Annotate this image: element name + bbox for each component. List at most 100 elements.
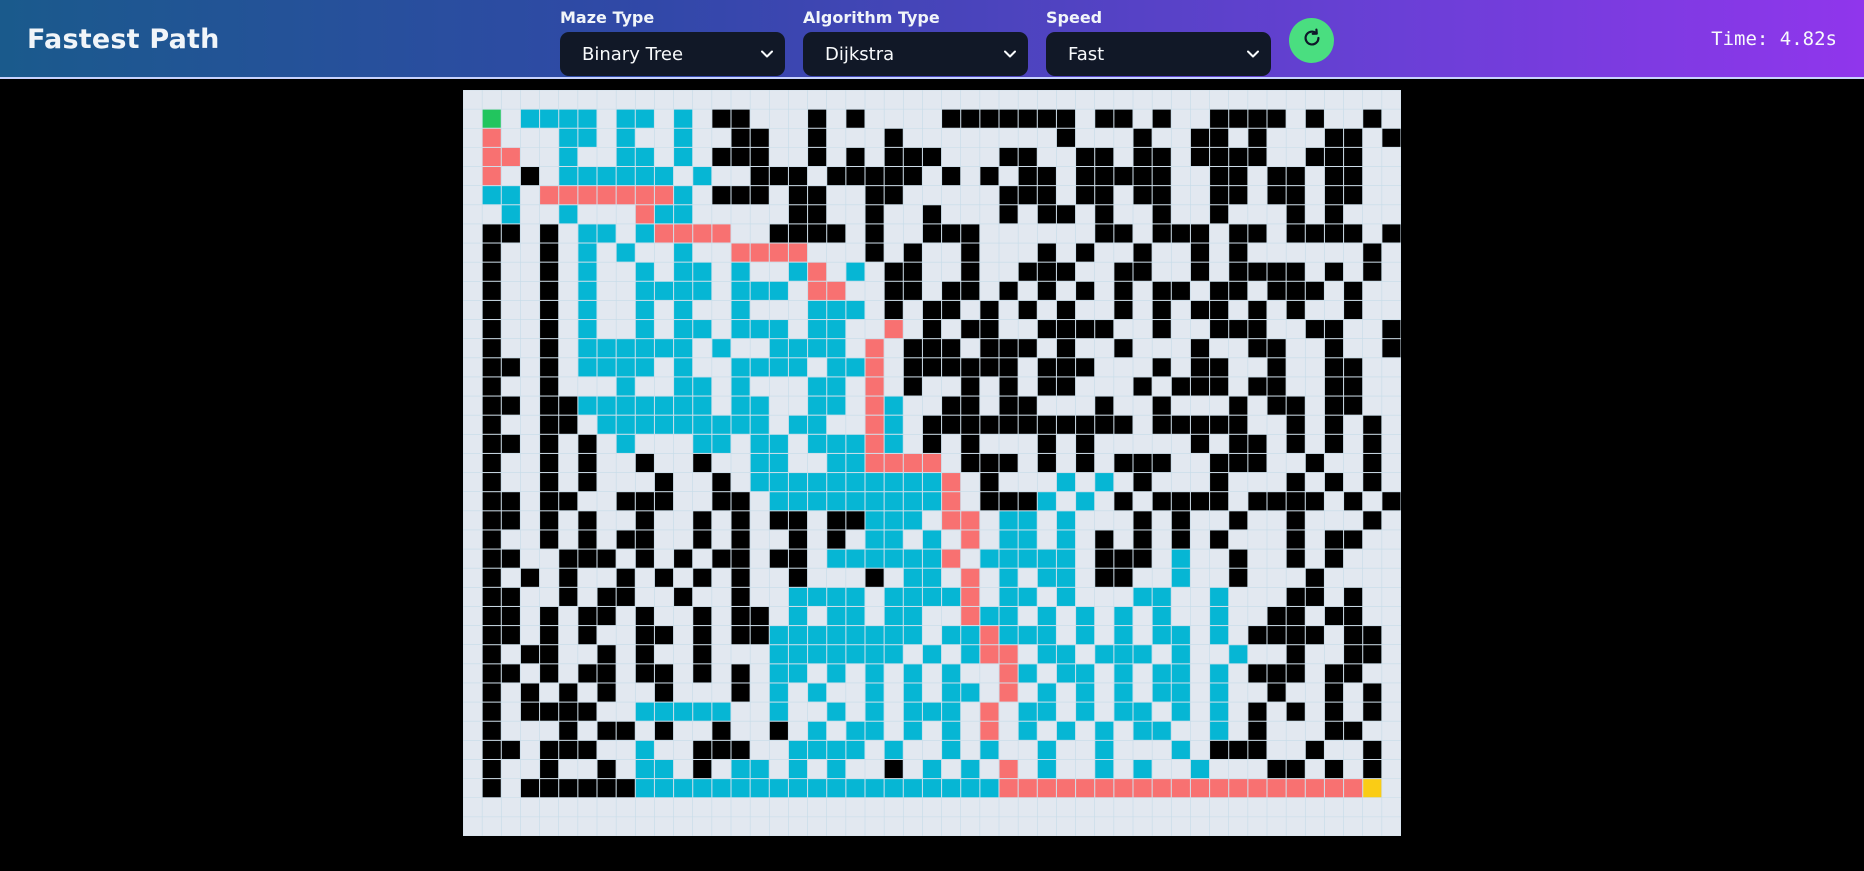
visited-cell[interactable] <box>578 300 597 320</box>
wall-cell[interactable] <box>750 147 769 167</box>
visited-cell[interactable] <box>827 473 846 492</box>
wall-cell[interactable] <box>1229 224 1248 243</box>
path-cell[interactable] <box>865 434 884 453</box>
visited-cell[interactable] <box>769 702 788 721</box>
wall-cell[interactable] <box>1133 262 1152 281</box>
visited-cell[interactable] <box>788 473 808 492</box>
visited-cell[interactable] <box>635 702 654 721</box>
wall-cell[interactable] <box>1324 434 1344 453</box>
wall-cell[interactable] <box>865 186 884 205</box>
visited-cell[interactable] <box>903 606 922 626</box>
wall-cell[interactable] <box>961 320 980 339</box>
visited-cell[interactable] <box>1171 549 1190 568</box>
wall-cell[interactable] <box>559 721 578 740</box>
wall-cell[interactable] <box>1037 186 1056 205</box>
wall-cell[interactable] <box>922 147 942 167</box>
visited-cell[interactable] <box>1133 702 1152 721</box>
wall-cell[interactable] <box>731 492 750 511</box>
visited-cell[interactable] <box>578 128 597 147</box>
wall-cell[interactable] <box>731 511 750 530</box>
wall-cell[interactable] <box>808 205 827 224</box>
visited-cell[interactable] <box>674 779 693 798</box>
path-cell[interactable] <box>884 453 903 473</box>
wall-cell[interactable] <box>1286 396 1305 415</box>
wall-cell[interactable] <box>731 109 750 128</box>
wall-cell[interactable] <box>865 243 884 262</box>
wall-cell[interactable] <box>1076 434 1095 453</box>
wall-cell[interactable] <box>1114 415 1133 434</box>
wall-cell[interactable] <box>482 759 501 779</box>
wall-cell[interactable] <box>1018 109 1037 128</box>
visited-cell[interactable] <box>731 320 750 339</box>
wall-cell[interactable] <box>540 702 559 721</box>
wall-cell[interactable] <box>999 453 1018 473</box>
visited-cell[interactable] <box>693 262 712 281</box>
wall-cell[interactable] <box>1363 683 1382 702</box>
visited-cell[interactable] <box>788 606 808 626</box>
wall-cell[interactable] <box>769 721 788 740</box>
wall-cell[interactable] <box>1324 415 1344 434</box>
wall-cell[interactable] <box>1229 281 1248 300</box>
visited-cell[interactable] <box>750 415 769 434</box>
visited-cell[interactable] <box>674 320 693 339</box>
wall-cell[interactable] <box>1286 626 1305 645</box>
visited-cell[interactable] <box>1171 664 1190 683</box>
wall-cell[interactable] <box>942 281 961 300</box>
visited-cell[interactable] <box>922 702 942 721</box>
wall-cell[interactable] <box>654 626 674 645</box>
wall-cell[interactable] <box>559 415 578 434</box>
path-cell[interactable] <box>1267 779 1286 798</box>
wall-cell[interactable] <box>865 167 884 186</box>
visited-cell[interactable] <box>1210 702 1229 721</box>
wall-cell[interactable] <box>1171 281 1190 300</box>
visited-cell[interactable] <box>846 473 865 492</box>
wall-cell[interactable] <box>731 147 750 167</box>
wall-cell[interactable] <box>520 568 540 587</box>
visited-cell[interactable] <box>1171 683 1190 702</box>
wall-cell[interactable] <box>750 186 769 205</box>
wall-cell[interactable] <box>1248 147 1267 167</box>
wall-cell[interactable] <box>482 453 501 473</box>
wall-cell[interactable] <box>1286 473 1305 492</box>
visited-cell[interactable] <box>1037 626 1056 645</box>
wall-cell[interactable] <box>1267 109 1286 128</box>
path-cell[interactable] <box>654 186 674 205</box>
wall-cell[interactable] <box>1114 549 1133 568</box>
wall-cell[interactable] <box>693 759 712 779</box>
path-cell[interactable] <box>999 664 1018 683</box>
path-cell[interactable] <box>501 147 520 167</box>
visited-cell[interactable] <box>578 281 597 300</box>
wall-cell[interactable] <box>559 492 578 511</box>
visited-cell[interactable] <box>616 167 635 186</box>
visited-cell[interactable] <box>712 415 731 434</box>
wall-cell[interactable] <box>980 415 999 434</box>
wall-cell[interactable] <box>788 167 808 186</box>
wall-cell[interactable] <box>540 606 559 626</box>
wall-cell[interactable] <box>540 759 559 779</box>
visited-cell[interactable] <box>961 759 980 779</box>
path-cell[interactable] <box>540 186 559 205</box>
visited-cell[interactable] <box>1076 702 1095 721</box>
visited-cell[interactable] <box>1152 587 1171 606</box>
visited-cell[interactable] <box>1056 645 1076 664</box>
visited-cell[interactable] <box>520 109 540 128</box>
visited-cell[interactable] <box>903 511 922 530</box>
wall-cell[interactable] <box>1363 511 1382 530</box>
speed-select[interactable]: Fast <box>1046 32 1271 76</box>
wall-cell[interactable] <box>1267 492 1286 511</box>
visited-cell[interactable] <box>578 339 597 358</box>
visited-cell[interactable] <box>884 626 903 645</box>
visited-cell[interactable] <box>1076 492 1095 511</box>
wall-cell[interactable] <box>597 587 616 606</box>
wall-cell[interactable] <box>1190 147 1210 167</box>
wall-cell[interactable] <box>578 453 597 473</box>
wall-cell[interactable] <box>482 702 501 721</box>
wall-cell[interactable] <box>903 262 922 281</box>
visited-cell[interactable] <box>884 587 903 606</box>
visited-cell[interactable] <box>597 358 616 377</box>
wall-cell[interactable] <box>540 645 559 664</box>
visited-cell[interactable] <box>559 205 578 224</box>
visited-cell[interactable] <box>980 740 999 759</box>
visited-cell[interactable] <box>674 300 693 320</box>
wall-cell[interactable] <box>884 128 903 147</box>
